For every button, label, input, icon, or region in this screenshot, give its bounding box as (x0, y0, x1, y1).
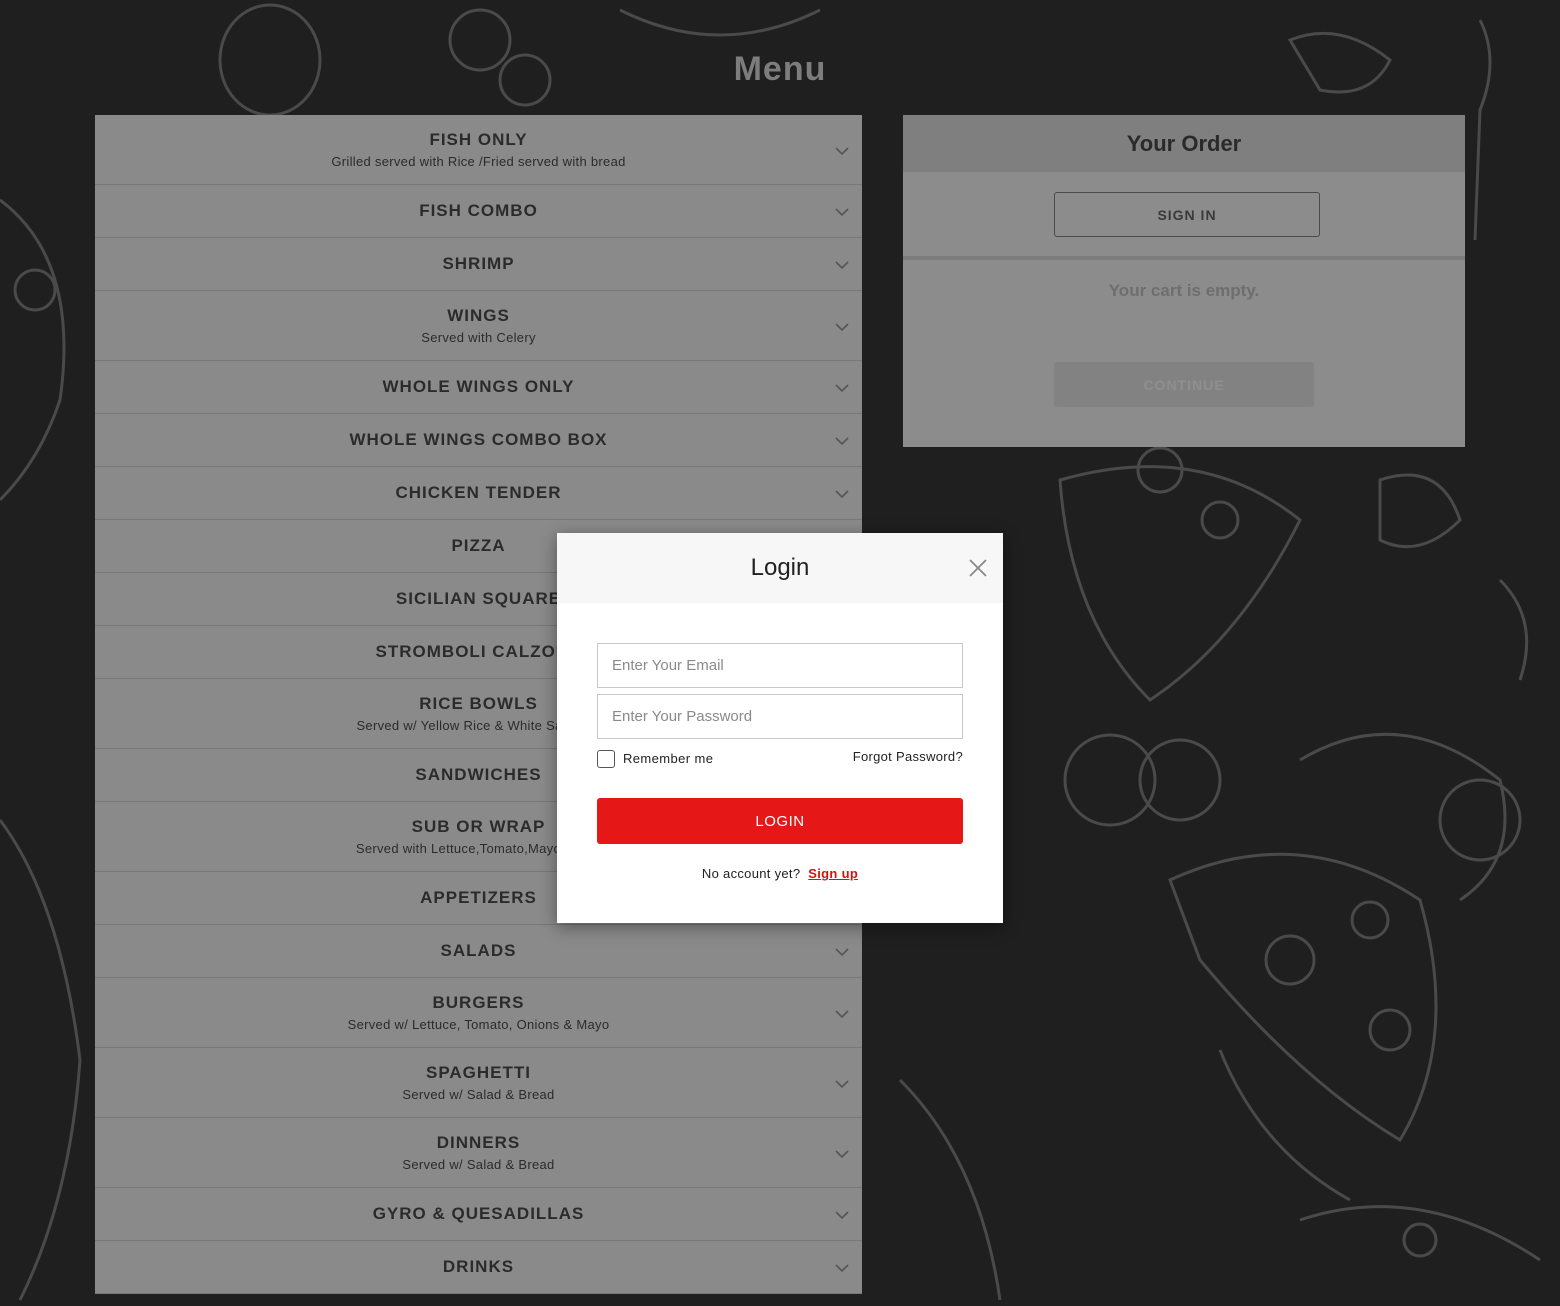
chevron-down-icon (834, 489, 849, 501)
menu-category-title: FISH COMBO (419, 201, 538, 220)
login-modal: Login Remember me Forgot Password? LOGIN… (557, 533, 1003, 923)
chevron-down-icon (834, 1079, 849, 1091)
menu-category-title: SHRIMP (442, 254, 515, 273)
remember-me-label[interactable]: Remember me (623, 751, 713, 766)
remember-me-checkbox[interactable] (597, 750, 615, 768)
menu-category-subtitle: Grilled served with Rice /Fried served w… (331, 154, 626, 169)
login-button[interactable]: LOGIN (597, 798, 963, 844)
email-field[interactable] (597, 643, 963, 688)
menu-category-title: BURGERS (432, 993, 525, 1012)
menu-category-dinners[interactable]: DINNERS Served w/ Salad & Bread (95, 1118, 862, 1188)
chevron-down-icon (834, 947, 849, 959)
menu-category-whole-wings-only[interactable]: WHOLE WINGS ONLY (95, 361, 862, 414)
menu-category-title: WHOLE WINGS ONLY (382, 377, 575, 396)
menu-category-title: STROMBOLI CALZONE (375, 642, 582, 661)
menu-category-subtitle: Served w/ Lettuce, Tomato, Onions & Mayo (347, 1017, 610, 1032)
remember-row: Remember me Forgot Password? (597, 748, 963, 770)
chevron-down-icon (834, 1009, 849, 1021)
no-account-text: No account yet? (701, 866, 801, 881)
menu-category-title: DRINKS (442, 1257, 515, 1276)
order-title: Your Order (903, 115, 1465, 172)
menu-category-whole-wings-combo-box[interactable]: WHOLE WINGS COMBO BOX (95, 414, 862, 467)
chevron-down-icon (834, 207, 849, 219)
password-field[interactable] (597, 694, 963, 739)
menu-category-gyro-quesadillas[interactable]: GYRO & QUESADILLAS (95, 1188, 862, 1241)
page-title: Menu (733, 50, 827, 88)
menu-category-title: WHOLE WINGS COMBO BOX (349, 430, 608, 449)
menu-category-subtitle: Served with Celery (421, 330, 536, 345)
menu-category-title: RICE BOWLS (419, 694, 538, 713)
chevron-down-icon (834, 1210, 849, 1222)
chevron-down-icon (834, 260, 849, 272)
menu-category-burgers[interactable]: BURGERS Served w/ Lettuce, Tomato, Onion… (95, 978, 862, 1048)
menu-category-title: FISH ONLY (429, 130, 528, 149)
chevron-down-icon (834, 146, 849, 158)
cart-empty-message: Your cart is empty. (1108, 281, 1260, 300)
forgot-password-link[interactable]: Forgot Password? (853, 749, 963, 764)
menu-category-title: DINNERS (436, 1133, 521, 1152)
menu-category-title: SANDWICHES (415, 765, 542, 784)
close-icon[interactable] (965, 555, 991, 581)
menu-category-wings[interactable]: WINGS Served with Celery (95, 291, 862, 361)
menu-category-title: WINGS (447, 306, 510, 325)
menu-category-salads[interactable]: SALADS (95, 925, 862, 978)
menu-category-chicken-tender[interactable]: CHICKEN TENDER (95, 467, 862, 520)
chevron-down-icon (834, 1149, 849, 1161)
menu-category-title: APPETIZERS (420, 888, 537, 907)
signup-row: No account yet? Sign up (557, 866, 1003, 881)
menu-category-title: PIZZA (451, 536, 506, 555)
menu-category-drinks[interactable]: DRINKS (95, 1241, 862, 1294)
menu-category-title: SUB OR WRAP (411, 817, 546, 836)
menu-category-subtitle: Served w/ Salad & Bread (402, 1087, 555, 1102)
menu-category-fish-combo[interactable]: FISH COMBO (95, 185, 862, 238)
continue-button[interactable]: CONTINUE (1054, 362, 1314, 407)
menu-category-fish-only[interactable]: FISH ONLY Grilled served with Rice /Frie… (95, 115, 862, 185)
menu-category-title: SICILIAN SQUARE (395, 589, 562, 608)
chevron-down-icon (834, 1263, 849, 1275)
login-modal-header: Login (557, 533, 1003, 603)
chevron-down-icon (834, 436, 849, 448)
chevron-down-icon (834, 383, 849, 395)
menu-category-title: SALADS (440, 941, 517, 960)
login-modal-title: Login (750, 554, 810, 581)
sign-in-button[interactable]: SIGN IN (1054, 192, 1320, 237)
menu-category-spaghetti[interactable]: SPAGHETTI Served w/ Salad & Bread (95, 1048, 862, 1118)
menu-category-title: GYRO & QUESADILLAS (372, 1204, 585, 1223)
menu-category-shrimp[interactable]: SHRIMP (95, 238, 862, 291)
chevron-down-icon (834, 322, 849, 334)
signin-section: SIGN IN (903, 172, 1465, 260)
order-panel: Your Order SIGN IN Your cart is empty. C… (903, 115, 1465, 447)
menu-category-subtitle: Served w/ Salad & Bread (402, 1157, 555, 1172)
menu-category-title: SPAGHETTI (425, 1063, 532, 1082)
menu-category-title: CHICKEN TENDER (395, 483, 562, 502)
sign-up-link[interactable]: Sign up (808, 866, 858, 881)
